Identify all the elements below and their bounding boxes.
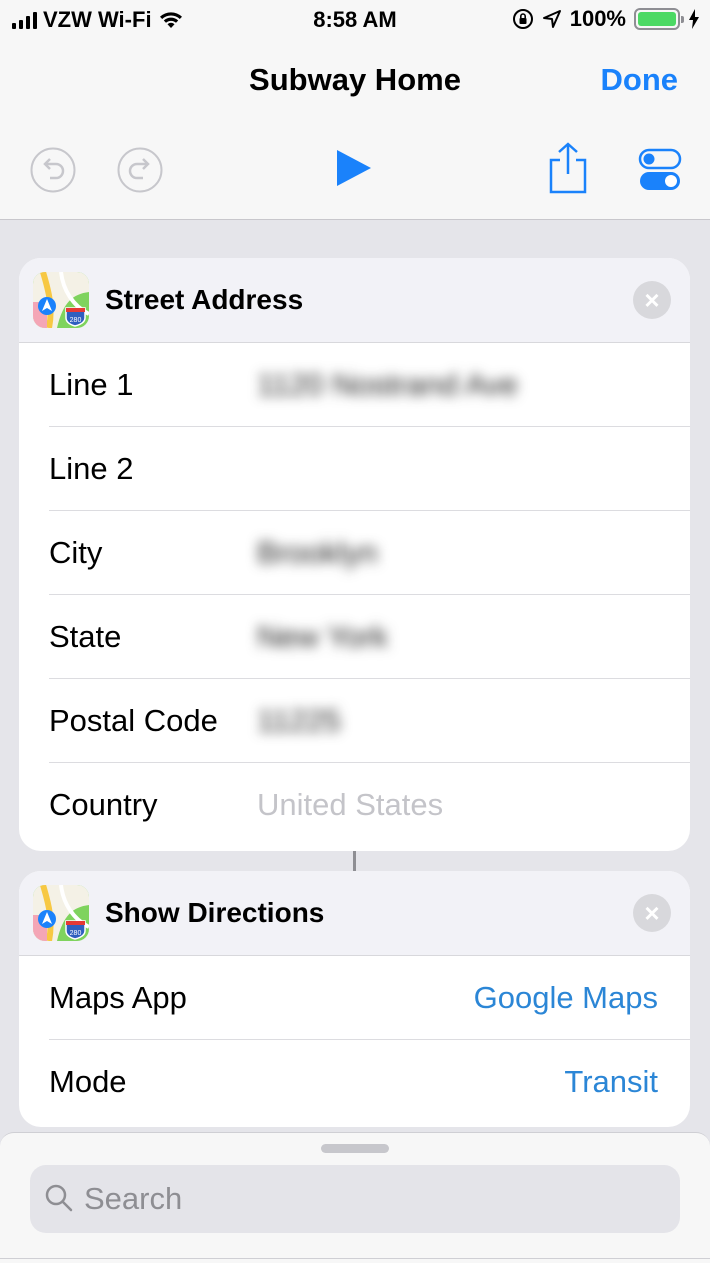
address-row-postal-code[interactable]: Postal Code 11225 bbox=[19, 679, 690, 763]
maps-app-selector[interactable]: Google Maps bbox=[474, 980, 658, 1016]
directions-row-maps-app[interactable]: Maps App Google Maps bbox=[19, 956, 690, 1040]
sheet-grabber[interactable] bbox=[321, 1144, 389, 1153]
row-label: State bbox=[49, 619, 122, 654]
search-icon bbox=[45, 1184, 73, 1212]
battery-percent: 100% bbox=[569, 6, 626, 31]
remove-action-button[interactable]: × bbox=[633, 281, 671, 319]
row-label: Maps App bbox=[49, 980, 187, 1015]
row-value[interactable]: 11225 bbox=[257, 703, 341, 739]
row-value[interactable]: Brooklyn bbox=[257, 535, 378, 571]
action-connector bbox=[353, 851, 356, 871]
address-row-city[interactable]: City Brooklyn bbox=[19, 511, 690, 595]
charging-icon bbox=[689, 9, 699, 29]
status-bar: VZW Wi-Fi 8:58 AM 100% bbox=[0, 0, 710, 40]
country-placeholder[interactable]: United States bbox=[257, 787, 443, 823]
search-bar[interactable] bbox=[30, 1165, 680, 1233]
done-button[interactable]: Done bbox=[601, 62, 679, 98]
row-label: City bbox=[49, 535, 103, 570]
address-row-country[interactable]: Country United States bbox=[19, 763, 690, 847]
battery-icon bbox=[634, 8, 684, 30]
card-header: 280 Street Address × bbox=[19, 258, 690, 343]
settings-toggle-icon[interactable] bbox=[638, 148, 682, 192]
svg-text:280: 280 bbox=[70, 930, 82, 937]
address-row-state[interactable]: State New York bbox=[19, 595, 690, 679]
card-title: Street Address bbox=[105, 284, 304, 315]
remove-action-button[interactable]: × bbox=[633, 894, 671, 932]
row-label: Country bbox=[49, 787, 158, 822]
play-icon[interactable] bbox=[333, 148, 373, 188]
card-header: 280 Show Directions × bbox=[19, 871, 690, 956]
row-label: Postal Code bbox=[49, 703, 218, 738]
nav-bar: Subway Home Done bbox=[0, 40, 710, 120]
search-input[interactable] bbox=[84, 1165, 644, 1233]
close-icon: × bbox=[644, 285, 660, 315]
orientation-lock-icon bbox=[512, 9, 533, 29]
row-label: Mode bbox=[49, 1064, 127, 1099]
address-row-line2[interactable]: Line 2 bbox=[19, 427, 690, 511]
mode-selector[interactable]: Transit bbox=[564, 1064, 658, 1100]
redo-icon[interactable] bbox=[117, 147, 163, 193]
show-directions-card: 280 Show Directions × Maps App Google Ma… bbox=[19, 871, 690, 1127]
row-value[interactable]: 1120 Nostrand Ave bbox=[257, 367, 518, 403]
card-title: Show Directions bbox=[105, 897, 325, 928]
directions-row-mode[interactable]: Mode Transit bbox=[19, 1040, 690, 1124]
maps-app-icon: 280 bbox=[33, 885, 89, 941]
address-row-line1[interactable]: Line 1 1120 Nostrand Ave bbox=[19, 343, 690, 427]
close-icon: × bbox=[644, 898, 660, 928]
share-icon[interactable] bbox=[547, 142, 589, 194]
maps-app-icon: 280 bbox=[33, 272, 89, 328]
row-value[interactable]: New York bbox=[257, 619, 388, 655]
row-label: Line 1 bbox=[49, 367, 134, 402]
row-label: Line 2 bbox=[49, 451, 134, 486]
undo-icon[interactable] bbox=[30, 147, 76, 193]
street-address-card: 280 Street Address × Line 1 1120 Nostran… bbox=[19, 258, 690, 851]
svg-text:280: 280 bbox=[70, 317, 82, 324]
divider bbox=[0, 1258, 710, 1259]
toolbar bbox=[0, 120, 710, 220]
actions-bottom-sheet bbox=[0, 1132, 710, 1263]
location-icon bbox=[542, 10, 561, 28]
status-right: 100% bbox=[512, 6, 700, 32]
